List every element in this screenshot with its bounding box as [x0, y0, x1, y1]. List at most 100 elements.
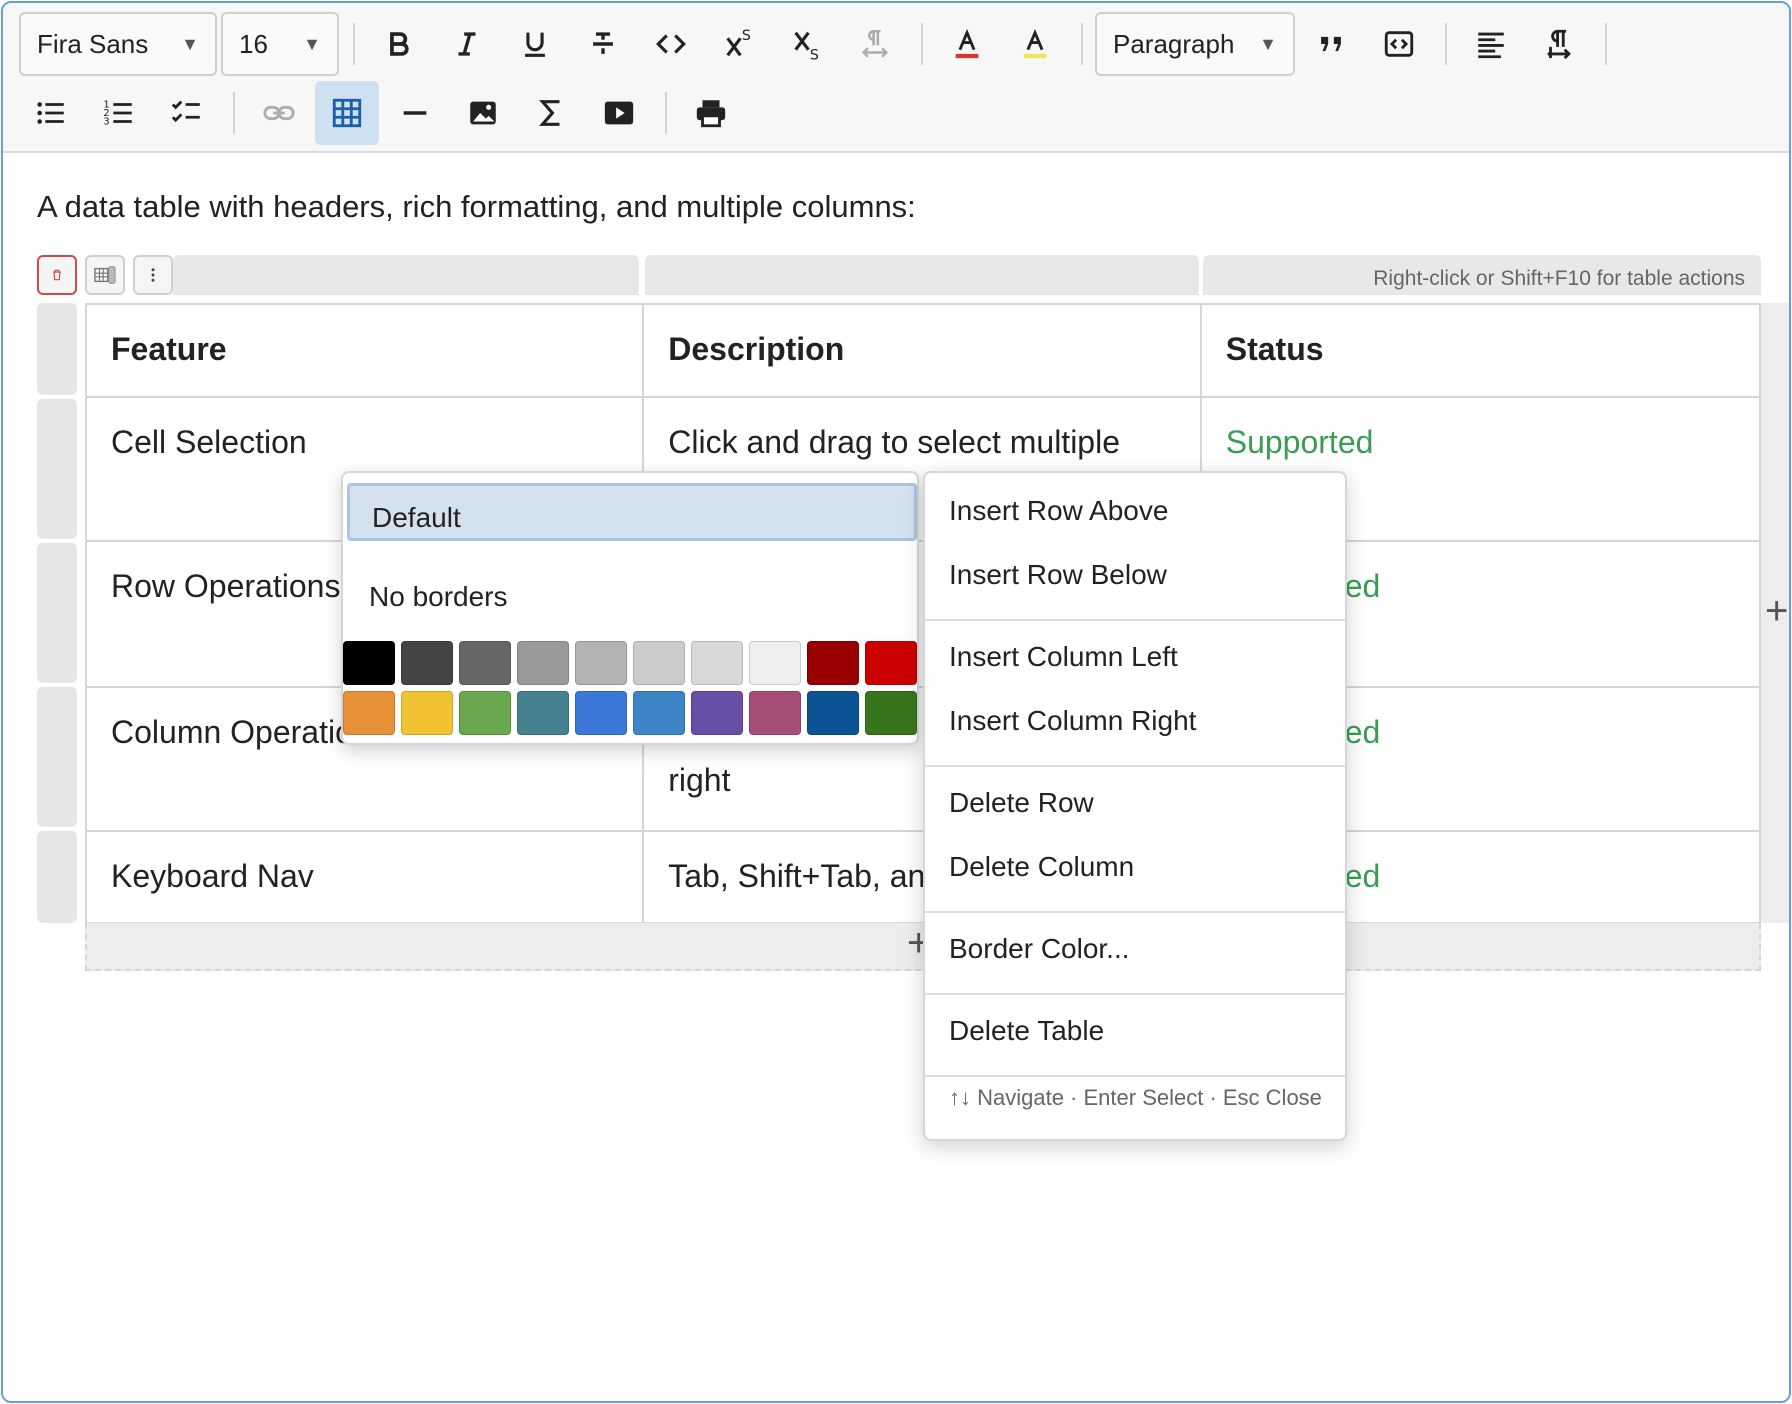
menu-delete-table[interactable]: Delete Table — [925, 1003, 1345, 1059]
color-swatch[interactable] — [575, 691, 627, 735]
color-swatch[interactable] — [517, 691, 569, 735]
font-family-select[interactable]: Fira Sans ▼ — [19, 12, 217, 76]
table-layout-button[interactable] — [85, 255, 125, 295]
color-swatch[interactable] — [865, 691, 917, 735]
row-handle-4[interactable] — [37, 831, 77, 923]
toolbar-divider — [1445, 23, 1447, 65]
bullet-list-icon — [37, 102, 64, 124]
strikethrough-icon — [593, 32, 613, 54]
strikethrough-button[interactable] — [571, 12, 635, 76]
chevron-down-icon: ▼ — [303, 33, 321, 54]
horizontal-rule-button[interactable] — [383, 81, 447, 145]
toolbar: Fira Sans ▼ 16 ▼ S S Paragraph ▼ 1 2 3 — [3, 3, 1789, 153]
color-swatch[interactable] — [633, 691, 685, 735]
color-swatch[interactable] — [575, 641, 627, 685]
color-swatch[interactable] — [691, 641, 743, 685]
color-swatch[interactable] — [807, 641, 859, 685]
color-swatch[interactable] — [517, 641, 569, 685]
superscript-button[interactable]: S — [707, 12, 771, 76]
superscript-icon: S — [726, 28, 751, 57]
quote-icon — [1321, 36, 1341, 52]
numbered-list-button[interactable]: 123 — [87, 81, 151, 145]
menu-insert-column-left[interactable]: Insert Column Left — [925, 629, 1345, 685]
align-button[interactable] — [1459, 12, 1523, 76]
sigma-icon — [539, 100, 560, 126]
text-color-button[interactable] — [935, 12, 999, 76]
inline-code-button[interactable] — [639, 12, 703, 76]
row-handle-3[interactable] — [37, 687, 77, 827]
pilcrow-ltr-icon — [1547, 29, 1571, 60]
code-block-icon — [1384, 31, 1414, 57]
svg-text:S: S — [810, 48, 819, 61]
menu-insert-row-below[interactable]: Insert Row Below — [925, 547, 1345, 603]
task-list-button[interactable] — [155, 81, 219, 145]
color-swatch[interactable] — [401, 691, 453, 735]
blockquote-button[interactable] — [1299, 12, 1363, 76]
row-handle-header[interactable] — [37, 303, 77, 395]
highlight-icon — [1023, 28, 1047, 59]
column-handle-1[interactable] — [173, 255, 639, 295]
table-button[interactable] — [315, 81, 379, 145]
bullet-list-button[interactable] — [19, 81, 83, 145]
color-swatch[interactable] — [459, 691, 511, 735]
menu-delete-column[interactable]: Delete Column — [925, 839, 1345, 895]
menu-insert-row-above[interactable]: Insert Row Above — [925, 483, 1345, 539]
highlight-color-button[interactable] — [1003, 12, 1067, 76]
row-handle-2[interactable] — [37, 543, 77, 683]
toolbar-divider — [1605, 23, 1607, 65]
menu-delete-row[interactable]: Delete Row — [925, 775, 1345, 831]
border-option-default[interactable]: Default — [347, 483, 917, 541]
border-option-no-borders[interactable]: No borders — [347, 565, 917, 623]
block-format-value: Paragraph — [1113, 28, 1235, 59]
intro-paragraph[interactable]: A data table with headers, rich formatti… — [37, 189, 916, 225]
table-icon — [332, 98, 362, 128]
color-swatch[interactable] — [343, 691, 395, 735]
toolbar-divider — [665, 92, 667, 134]
color-swatch[interactable] — [865, 641, 917, 685]
color-swatch[interactable] — [749, 641, 801, 685]
bold-icon — [390, 32, 409, 56]
delete-table-button[interactable] — [37, 255, 77, 295]
menu-insert-column-right[interactable]: Insert Column Right — [925, 693, 1345, 749]
add-column-button[interactable]: + — [1761, 303, 1789, 923]
column-handle-2[interactable] — [645, 255, 1199, 295]
code-block-button[interactable] — [1367, 12, 1431, 76]
row-handle-1[interactable] — [37, 399, 77, 539]
color-swatch[interactable] — [343, 641, 395, 685]
image-button[interactable] — [451, 81, 515, 145]
math-button[interactable] — [519, 81, 583, 145]
color-swatch[interactable] — [807, 691, 859, 735]
table-context-menu: Insert Row Above Insert Row Below Insert… — [923, 471, 1347, 1141]
trash-icon — [52, 269, 62, 281]
color-swatch[interactable] — [633, 641, 685, 685]
table-more-options-button[interactable] — [133, 255, 173, 295]
toolbar-row-1: Fira Sans ▼ 16 ▼ S S Paragraph ▼ — [19, 12, 1619, 76]
header-cell[interactable]: Description — [642, 303, 1202, 398]
block-format-select[interactable]: Paragraph ▼ — [1095, 12, 1295, 76]
color-swatch[interactable] — [691, 691, 743, 735]
menu-divider — [925, 765, 1345, 767]
color-swatch[interactable] — [459, 641, 511, 685]
text-direction-button[interactable] — [843, 12, 907, 76]
toolbar-row-2: 123 — [19, 81, 747, 145]
table-actions-hint: Right-click or Shift+F10 for table actio… — [1373, 267, 1745, 290]
header-cell[interactable]: Feature — [84, 303, 645, 398]
underline-button[interactable] — [503, 12, 567, 76]
font-size-select[interactable]: 16 ▼ — [221, 12, 339, 76]
link-button[interactable] — [247, 81, 311, 145]
toolbar-divider — [353, 23, 355, 65]
italic-button[interactable] — [435, 12, 499, 76]
menu-border-color[interactable]: Border Color... — [925, 921, 1345, 977]
color-swatch[interactable] — [401, 641, 453, 685]
text-color-icon — [955, 28, 979, 59]
subscript-button[interactable]: S — [775, 12, 839, 76]
header-cell[interactable]: Status — [1199, 303, 1762, 398]
print-button[interactable] — [679, 81, 743, 145]
menu-divider — [925, 993, 1345, 995]
color-swatch[interactable] — [749, 691, 801, 735]
video-button[interactable] — [587, 81, 651, 145]
table-cell[interactable]: Keyboard Nav — [84, 830, 645, 924]
align-left-icon — [1478, 32, 1504, 59]
ltr-rtl-button[interactable] — [1527, 12, 1591, 76]
bold-button[interactable] — [367, 12, 431, 76]
